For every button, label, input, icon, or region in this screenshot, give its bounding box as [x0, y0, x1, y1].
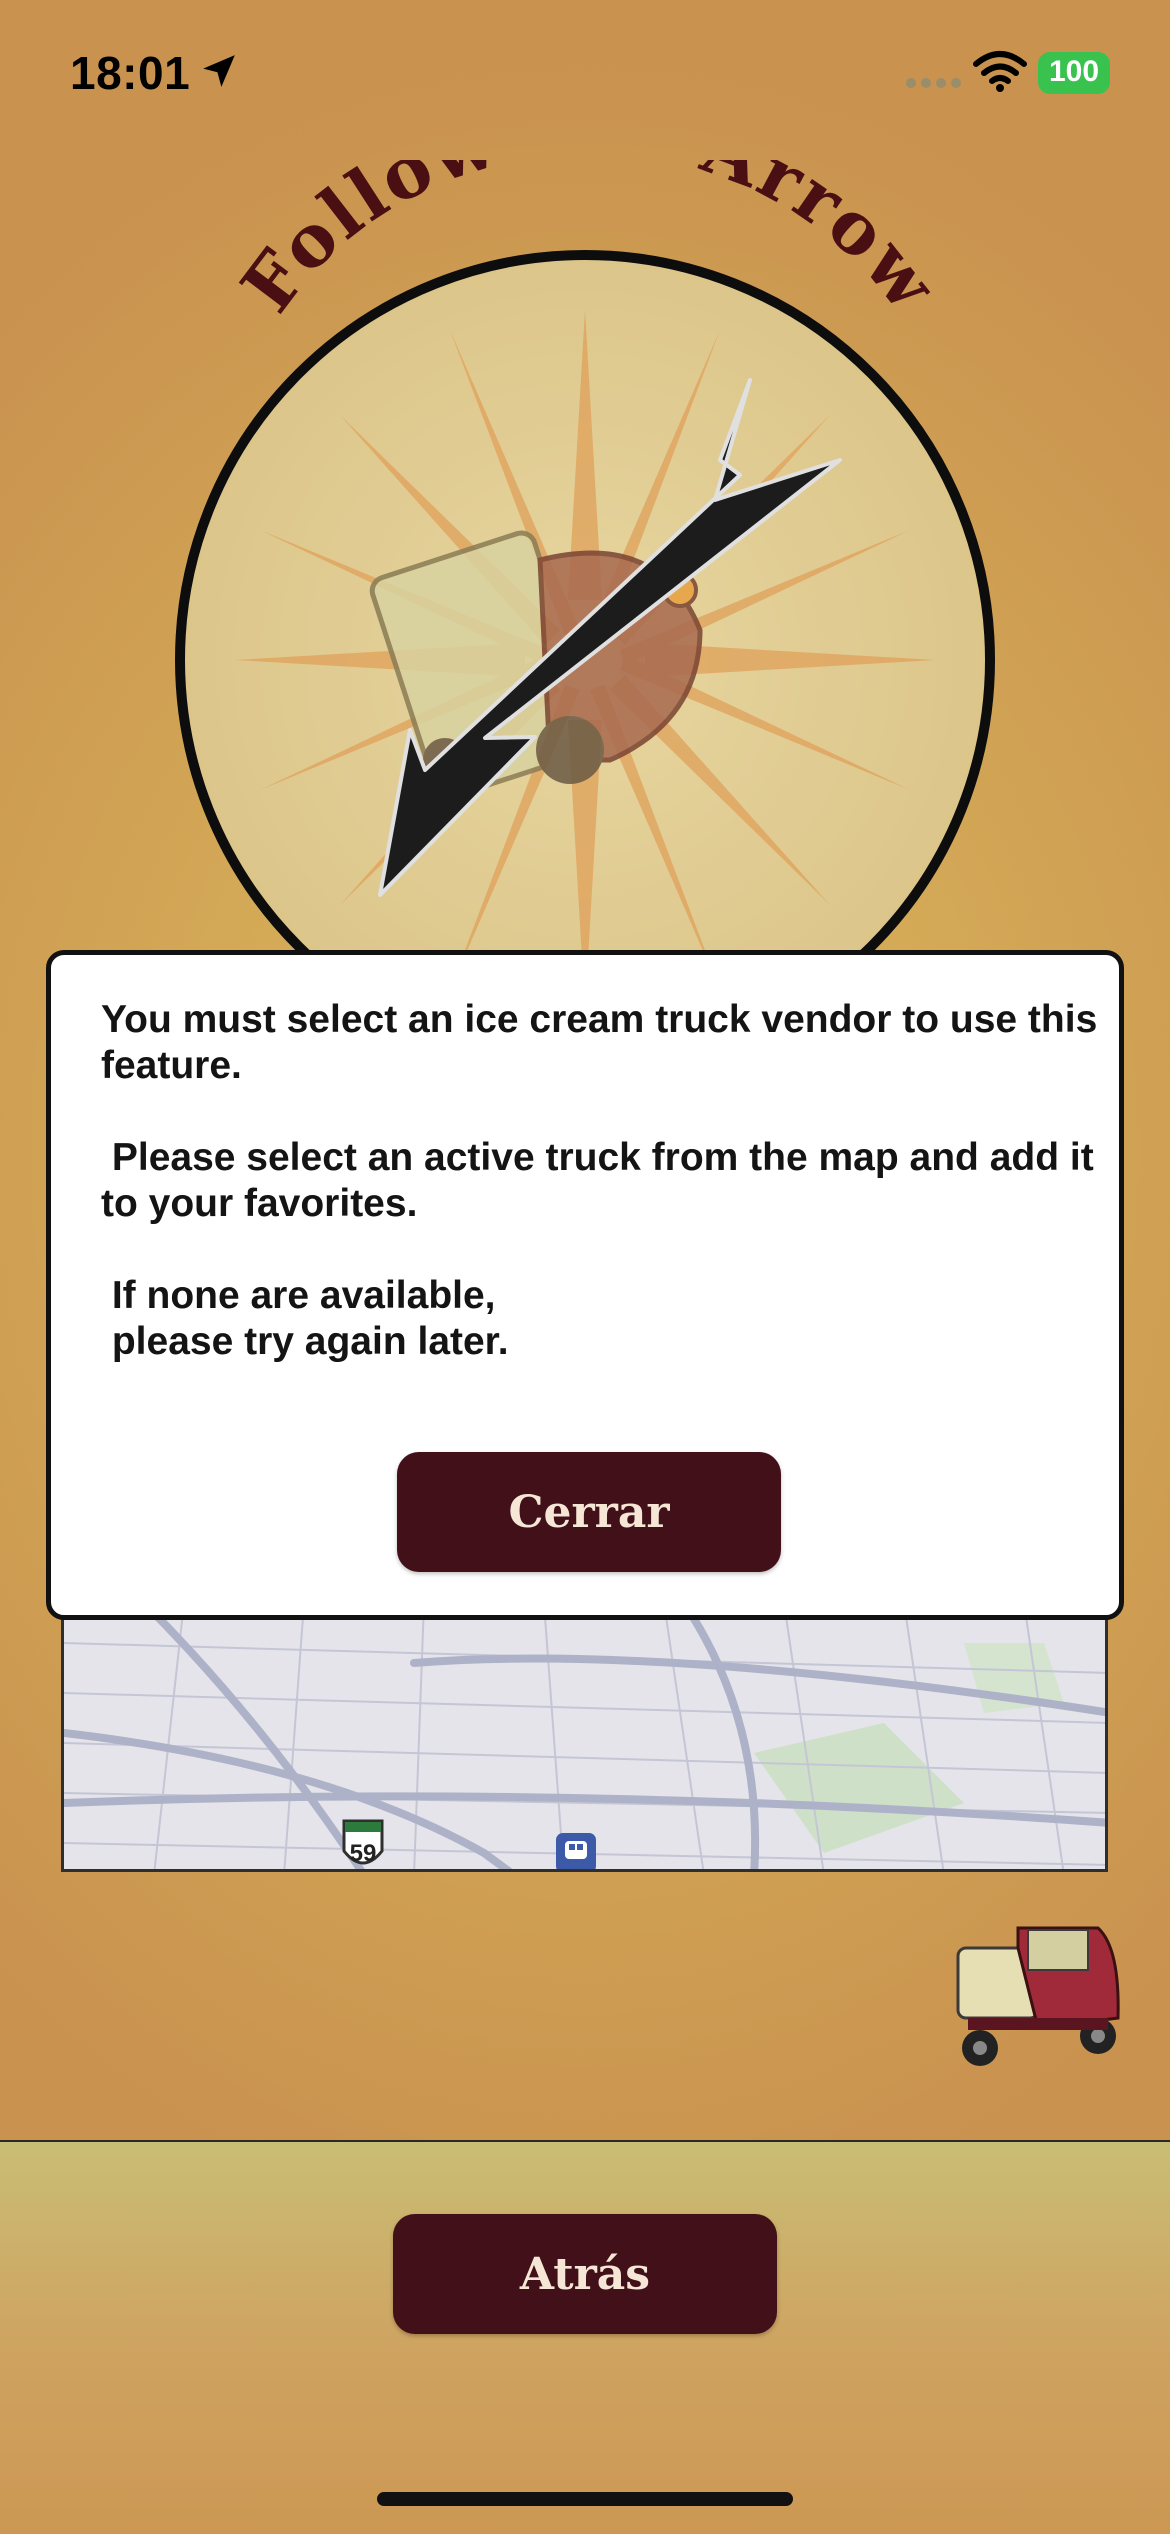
status-bar: 18:01 100 [0, 0, 1170, 150]
bottom-bar [0, 2140, 1170, 2534]
route-shield-icon: 59 [342, 1819, 384, 1867]
train-station-icon [556, 1833, 596, 1869]
back-button[interactable]: Atrás [393, 2214, 777, 2334]
battery-level: 100 [1048, 55, 1100, 88]
arrow-compass: Follow the Arrow [175, 160, 995, 1060]
cellular-signal-icon [906, 78, 961, 88]
map-tiles: 59 [64, 1603, 1105, 1869]
location-arrow-icon [203, 55, 235, 87]
alert-message: You must select an ice cream truck vendo… [101, 998, 1098, 1363]
close-button[interactable]: Cerrar [397, 1452, 781, 1572]
battery-icon: 100 [1038, 52, 1110, 94]
alert-dialog: You must select an ice cream truck vendo… [46, 950, 1124, 1620]
truck-thumbnail-image[interactable] [948, 1908, 1128, 2078]
wifi-icon [973, 51, 1027, 92]
home-indicator[interactable] [377, 2492, 793, 2506]
map-view[interactable]: 59 [61, 1600, 1108, 1872]
svg-text:59: 59 [350, 1840, 377, 1867]
status-time: 18:01 [70, 47, 191, 99]
